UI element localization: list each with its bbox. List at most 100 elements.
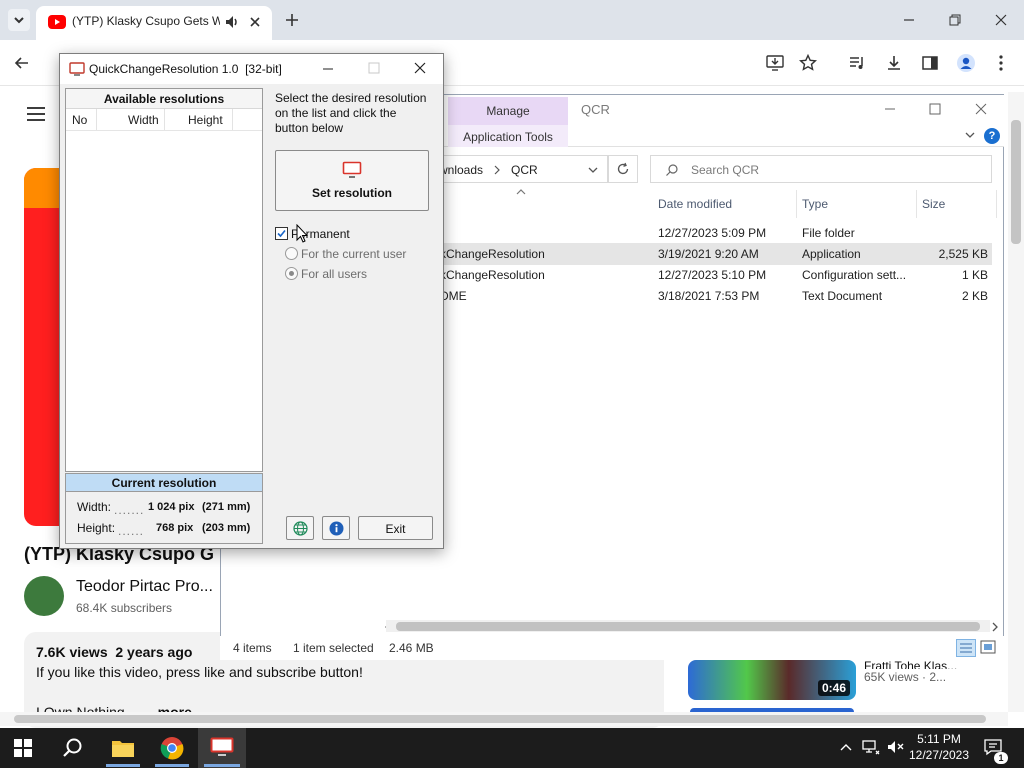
restore-icon[interactable] bbox=[948, 13, 962, 27]
search-icon bbox=[666, 164, 678, 176]
close-tab-icon[interactable] bbox=[248, 15, 262, 29]
exit-label: Exit bbox=[385, 522, 406, 536]
explorer-running-indicator bbox=[106, 764, 140, 767]
qcr-running-indicator bbox=[204, 764, 240, 767]
bookmark-star-icon[interactable] bbox=[799, 54, 817, 72]
address-segment-downloads[interactable]: wnloads bbox=[439, 163, 483, 177]
status-selected-size: 2.46 MB bbox=[389, 641, 434, 655]
search-placeholder: Search QCR bbox=[691, 163, 760, 177]
tiles-view-icon[interactable] bbox=[980, 640, 996, 654]
application-tools-tab[interactable]: Application Tools bbox=[448, 125, 568, 147]
side-panel-icon[interactable] bbox=[921, 54, 939, 72]
explorer-minimize-icon[interactable] bbox=[884, 103, 896, 115]
side-video-title[interactable]: Fratti Tohe Klas... bbox=[864, 659, 1004, 669]
close-window-icon[interactable] bbox=[994, 13, 1008, 27]
media-controls-icon[interactable] bbox=[848, 54, 866, 72]
current-resolution-title: Current resolution bbox=[111, 476, 217, 490]
back-arrow-icon[interactable] bbox=[14, 55, 30, 71]
address-segment-qcr[interactable]: QCR bbox=[511, 163, 538, 177]
channel-name[interactable]: Teodor Pirtac Pro... bbox=[76, 578, 218, 596]
details-view-icon[interactable] bbox=[956, 639, 976, 657]
radio-all-users[interactable] bbox=[285, 267, 298, 280]
manage-tab[interactable]: Manage bbox=[448, 97, 568, 125]
speaker-icon[interactable] bbox=[224, 14, 240, 30]
chrome-taskbar-icon[interactable] bbox=[160, 736, 184, 760]
radio-selected-dot bbox=[289, 271, 294, 276]
download-icon[interactable] bbox=[885, 54, 903, 72]
explorer-maximize-icon[interactable] bbox=[929, 103, 941, 115]
height-value: 768 pix bbox=[156, 522, 194, 534]
column-size[interactable]: Size bbox=[922, 197, 945, 211]
status-item-count: 4 items bbox=[233, 641, 272, 655]
minimize-icon[interactable] bbox=[902, 13, 916, 27]
more-menu-icon[interactable] bbox=[995, 54, 1007, 72]
file-row[interactable]: kChangeResolution 3/19/2021 9:20 AM Appl… bbox=[440, 247, 992, 267]
scroll-right-icon[interactable] bbox=[990, 622, 1000, 632]
ribbon-expand-chevron-icon[interactable] bbox=[964, 130, 976, 140]
column-width[interactable]: Width bbox=[128, 113, 159, 127]
about-button[interactable] bbox=[322, 516, 350, 540]
width-label: Width: bbox=[77, 500, 112, 514]
windows-start-icon[interactable] bbox=[14, 739, 32, 757]
available-resolutions-list[interactable] bbox=[65, 88, 263, 472]
profile-avatar-icon[interactable] bbox=[956, 53, 976, 73]
address-dropdown-icon[interactable] bbox=[587, 165, 599, 175]
file-row[interactable]: DME 3/18/2021 7:53 PM Text Document 2 KB bbox=[440, 289, 992, 309]
network-icon[interactable] bbox=[862, 739, 880, 755]
radio-current-user-label[interactable]: For the current user bbox=[301, 247, 406, 261]
radio-current-user[interactable] bbox=[285, 247, 298, 260]
explorer-window-title: QCR bbox=[581, 102, 610, 117]
file-row[interactable]: kChangeResolution 12/27/2023 5:10 PM Con… bbox=[440, 268, 992, 288]
resolution-column-headers: No Width Height bbox=[66, 109, 262, 131]
qcr-close-icon[interactable] bbox=[414, 62, 426, 74]
volume-muted-icon[interactable] bbox=[886, 739, 906, 755]
set-resolution-label: Set resolution bbox=[311, 186, 392, 200]
explorer-scroll-thumb[interactable] bbox=[396, 622, 980, 631]
column-type[interactable]: Type bbox=[802, 197, 828, 211]
page-horizontal-scrollbar[interactable] bbox=[0, 712, 1008, 726]
file-type: Text Document bbox=[802, 289, 883, 303]
column-date-modified[interactable]: Date modified bbox=[658, 197, 732, 211]
tab-search-button[interactable] bbox=[8, 9, 30, 31]
radio-all-users-label[interactable]: For all users bbox=[301, 267, 367, 281]
channel-avatar[interactable] bbox=[24, 576, 64, 616]
language-button[interactable] bbox=[286, 516, 314, 540]
taskbar-search-icon[interactable] bbox=[62, 737, 84, 759]
clock-time[interactable]: 5:11 PM bbox=[914, 732, 964, 746]
install-app-icon[interactable] bbox=[766, 54, 784, 72]
new-tab-icon[interactable] bbox=[284, 12, 300, 28]
chevron-down-icon bbox=[14, 17, 24, 24]
mouse-cursor-icon bbox=[296, 224, 308, 243]
help-icon[interactable]: ? bbox=[984, 128, 1000, 144]
qcr-app-icon bbox=[69, 62, 85, 76]
qcr-minimize-icon[interactable] bbox=[322, 63, 334, 75]
column-divider bbox=[916, 190, 917, 218]
set-resolution-button[interactable]: Set resolution bbox=[275, 150, 429, 211]
tray-overflow-chevron-icon[interactable] bbox=[839, 741, 853, 753]
column-divider bbox=[796, 190, 797, 218]
address-bar[interactable]: wnloads QCR bbox=[430, 155, 608, 183]
refresh-button[interactable] bbox=[608, 155, 638, 183]
file-explorer-taskbar-icon[interactable] bbox=[111, 738, 135, 758]
clock-date[interactable]: 12/27/2023 bbox=[908, 748, 970, 762]
permanent-checkbox[interactable] bbox=[275, 227, 288, 240]
qcr-title: QuickChangeResolution 1.0 [32-bit] bbox=[89, 62, 282, 76]
exit-button[interactable]: Exit bbox=[358, 516, 433, 540]
explorer-close-icon[interactable] bbox=[975, 103, 987, 115]
search-box[interactable]: Search QCR bbox=[650, 155, 992, 183]
page-vertical-scroll-thumb[interactable] bbox=[1011, 120, 1021, 244]
checkmark-icon bbox=[277, 229, 286, 238]
page-vertical-scrollbar[interactable] bbox=[1008, 92, 1024, 712]
status-selected: 1 item selected bbox=[293, 641, 374, 655]
hamburger-menu-icon[interactable] bbox=[26, 106, 46, 122]
file-row[interactable]: 12/27/2023 5:09 PM File folder bbox=[440, 226, 992, 246]
file-name: DME bbox=[440, 289, 467, 303]
browser-tab[interactable]: (YTP) Klasky Csupo Gets We bbox=[36, 6, 272, 40]
qcr-titlebar[interactable]: QuickChangeResolution 1.0 [32-bit] bbox=[60, 54, 443, 84]
qcr-taskbar-button[interactable] bbox=[198, 728, 246, 768]
column-no[interactable]: No bbox=[72, 113, 87, 127]
column-height[interactable]: Height bbox=[188, 113, 223, 127]
page-horizontal-scroll-thumb[interactable] bbox=[14, 715, 986, 723]
column-divider bbox=[96, 109, 97, 130]
side-video-duration: 0:46 bbox=[818, 680, 851, 696]
